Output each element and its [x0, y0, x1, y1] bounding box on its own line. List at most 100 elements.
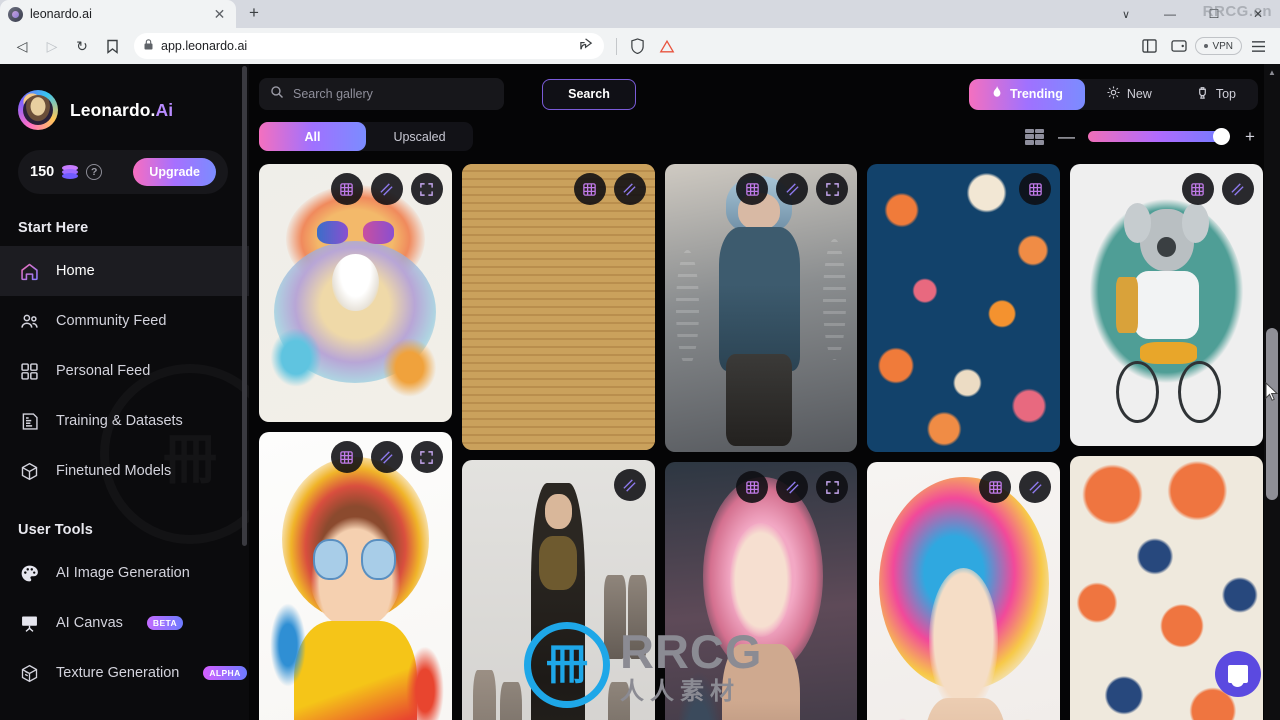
browser-tab[interactable]: leonardo.ai ✕: [0, 0, 236, 28]
tab-search-chevron-icon[interactable]: ∨: [1104, 0, 1148, 28]
sidebar-item-community-feed[interactable]: Community Feed: [0, 296, 249, 346]
maximize-button[interactable]: ☐: [1192, 0, 1236, 28]
sidebar-item-finetuned-models[interactable]: Finetuned Models: [0, 446, 249, 496]
close-window-button[interactable]: ✕: [1236, 0, 1280, 28]
flame-icon: [991, 85, 1003, 103]
search-gallery-box[interactable]: [259, 78, 504, 110]
tab-trending[interactable]: Trending: [969, 78, 1085, 110]
intercom-chat-button[interactable]: [1215, 651, 1261, 697]
card-actions: [979, 471, 1052, 503]
gallery-card-hieroglyphs[interactable]: [461, 164, 655, 450]
zoom-in-button[interactable]: +: [1242, 128, 1258, 145]
card-actions: [736, 471, 849, 503]
easel-icon: [18, 612, 40, 634]
sidebar-item-ai-image-generation[interactable]: AI Image Generation: [0, 548, 249, 598]
remix-icon[interactable]: [736, 173, 769, 205]
tab-top[interactable]: Top: [1174, 79, 1258, 110]
image-gallery[interactable]: RRCG 人人素材: [259, 164, 1263, 720]
cube-icon: [18, 460, 40, 482]
upscale-icon[interactable]: [776, 173, 809, 205]
minimize-button[interactable]: —: [1148, 0, 1192, 28]
sidebar-toggle-icon[interactable]: [1135, 32, 1163, 60]
gallery-card-character-sheet[interactable]: [461, 460, 655, 720]
remix-icon[interactable]: [979, 471, 1012, 503]
gallery-card-pink-haired-woman[interactable]: [664, 462, 858, 720]
sidebar-scrollbar[interactable]: [242, 66, 247, 546]
scrollbar-thumb[interactable]: [1266, 328, 1278, 500]
card-actions: [736, 173, 849, 205]
sidebar-item-texture-generation[interactable]: Texture Generation ALPHA: [0, 648, 249, 698]
sidebar-item-personal-feed[interactable]: Personal Feed: [0, 346, 249, 396]
upscale-icon[interactable]: [370, 173, 403, 205]
expand-icon[interactable]: [816, 471, 849, 503]
gallery-card-watercolor-lion[interactable]: [259, 164, 452, 422]
zoom-out-button[interactable]: —: [1058, 128, 1075, 145]
card-image: [664, 164, 858, 452]
page-scrollbar[interactable]: ▲: [1264, 64, 1280, 720]
tab-new[interactable]: New: [1085, 79, 1174, 110]
badge-alpha: ALPHA: [203, 666, 247, 680]
hamburger-menu-icon[interactable]: [1244, 32, 1272, 60]
remix-icon[interactable]: [330, 173, 363, 205]
trophy-icon: [1196, 86, 1209, 103]
new-tab-button[interactable]: +: [240, 0, 268, 27]
toolbar-divider: [616, 37, 618, 55]
reload-icon[interactable]: ↻: [68, 32, 96, 60]
main-content: Search Trending: [249, 64, 1280, 720]
intercom-chat-icon: [1228, 665, 1248, 687]
gallery-card-koala-bicycle[interactable]: [1070, 164, 1263, 446]
search-input[interactable]: [293, 87, 493, 101]
tab-upscaled[interactable]: Upscaled: [366, 122, 473, 151]
scrollbar-track[interactable]: [1264, 80, 1280, 720]
brave-shields-icon[interactable]: [623, 32, 651, 60]
texture-cube-icon: [18, 662, 40, 684]
expand-icon[interactable]: [410, 441, 443, 473]
remix-icon[interactable]: [1019, 173, 1052, 205]
tab-close-icon[interactable]: ✕: [211, 6, 228, 23]
upscale-icon[interactable]: [776, 471, 809, 503]
search-button[interactable]: Search: [542, 78, 636, 110]
sidebar-item-label: AI Canvas: [56, 615, 123, 631]
bookmark-icon[interactable]: [98, 32, 126, 60]
question-icon[interactable]: ?: [86, 164, 103, 180]
upscale-icon[interactable]: [1019, 471, 1052, 503]
zoom-slider[interactable]: [1088, 128, 1230, 145]
sidebar-item-training-datasets[interactable]: Training & Datasets: [0, 396, 249, 446]
remix-icon[interactable]: [1181, 173, 1214, 205]
gallery-card-floral-pattern-blue[interactable]: [867, 164, 1061, 452]
tab-strip: leonardo.ai ✕ + ∨ — ☐ ✕: [0, 0, 1280, 28]
wallet-icon[interactable]: [1165, 32, 1193, 60]
credit-amount: 150: [30, 164, 55, 180]
sidebar-item-label: Texture Generation: [56, 665, 180, 681]
grid-view-icon[interactable]: [1025, 128, 1044, 145]
upscale-icon[interactable]: [613, 173, 646, 205]
remix-icon[interactable]: [330, 441, 363, 473]
remix-icon[interactable]: [573, 173, 606, 205]
card-actions: [330, 441, 443, 473]
sidebar-item-home[interactable]: Home: [0, 246, 249, 296]
back-icon[interactable]: ◁: [8, 32, 36, 60]
upscale-icon[interactable]: [1221, 173, 1254, 205]
vpn-indicator[interactable]: VPN: [1195, 37, 1242, 55]
gallery-card-rainbow-hair-portrait[interactable]: [867, 462, 1061, 720]
brave-leo-icon[interactable]: [653, 32, 681, 60]
expand-icon[interactable]: [410, 173, 443, 205]
vpn-status-dot: [1204, 44, 1209, 48]
sidebar-item-ai-canvas[interactable]: AI Canvas BETA: [0, 598, 249, 648]
palette-icon: [18, 562, 40, 584]
gallery-card-blue-haired-warrior[interactable]: [664, 164, 858, 452]
upgrade-button[interactable]: Upgrade: [133, 158, 216, 186]
brand-logo-row[interactable]: Leonardo.Ai: [0, 64, 249, 130]
upscale-icon[interactable]: [370, 441, 403, 473]
address-bar[interactable]: app.leonardo.ai: [134, 33, 605, 59]
tab-all[interactable]: All: [259, 122, 366, 151]
scroll-up-arrow-icon[interactable]: ▲: [1264, 64, 1280, 80]
gallery-card-colorful-girl[interactable]: [259, 432, 452, 720]
forward-icon[interactable]: ▷: [38, 32, 66, 60]
expand-icon[interactable]: [816, 173, 849, 205]
zoom-slider-knob[interactable]: [1213, 128, 1230, 145]
upscale-icon[interactable]: [613, 469, 646, 501]
share-icon[interactable]: [579, 37, 594, 55]
page-content: 冊 Leonardo.Ai 150 ? Upgrade Start Here: [0, 64, 1280, 720]
remix-icon[interactable]: [736, 471, 769, 503]
